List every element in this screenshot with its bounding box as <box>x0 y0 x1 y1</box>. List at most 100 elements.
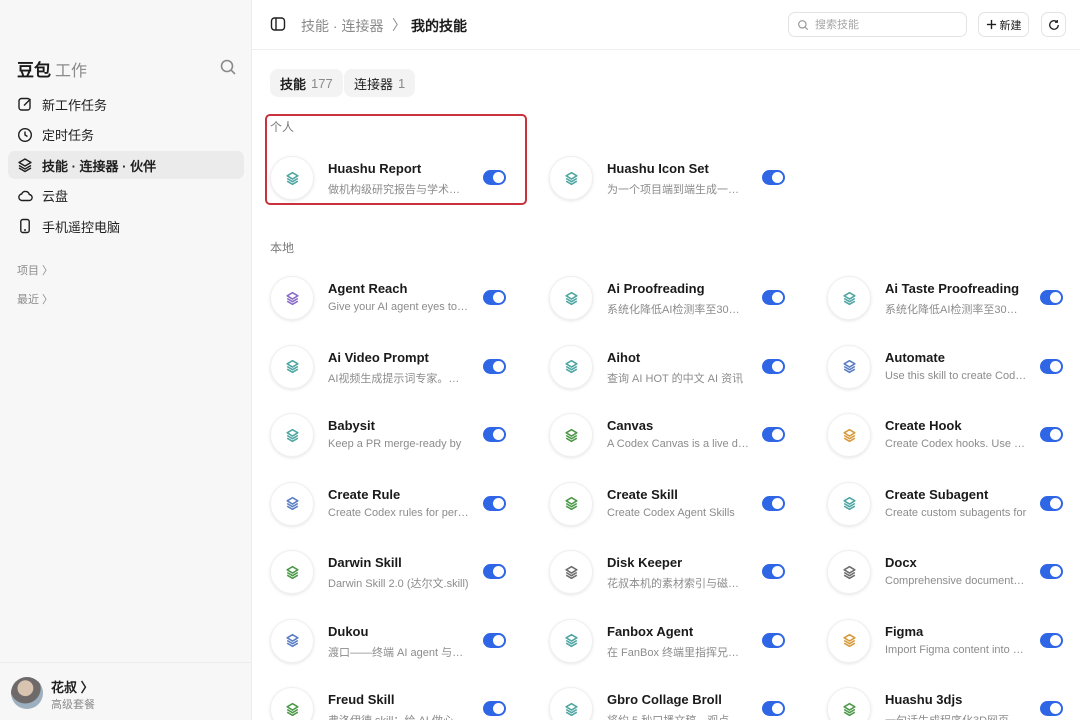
sidebar-item-new-task[interactable]: 新工作任务 <box>8 90 244 118</box>
skill-description: AI视频生成提示词专家。基于 <box>328 372 470 385</box>
layers-icon <box>285 565 299 579</box>
skill-description: Comprehensive document creation <box>885 575 1027 587</box>
sidebar-item-label: 手机遥控电脑 <box>42 219 121 235</box>
skill-icon <box>549 156 593 200</box>
skill-toggle[interactable] <box>483 701 506 716</box>
skill-name: Create Rule <box>328 486 401 502</box>
user-profile[interactable]: 花叔 〉 高级套餐 <box>0 662 252 720</box>
edit-icon <box>18 97 31 111</box>
skill-card-huashu-icon-set[interactable]: Huashu Icon Set 为一个项目端到端生成一整套图标 <box>549 150 785 206</box>
sidebar-item-scheduled-tasks[interactable]: 定时任务 <box>8 121 244 149</box>
projects-group[interactable]: 项目 〉 <box>17 262 53 278</box>
skill-icon <box>270 413 314 457</box>
skill-toggle[interactable] <box>1040 632 1063 648</box>
search-icon[interactable] <box>219 58 237 76</box>
skill-toggle[interactable] <box>762 632 785 648</box>
skill-card-ai-video-prompt[interactable]: Ai Video Prompt AI视频生成提示词专家。基于 <box>270 339 506 395</box>
skill-description: Keep a PR merge-ready by <box>328 438 462 450</box>
skill-name: Ai Taste Proofreading <box>885 281 1020 296</box>
tab-connectors[interactable]: 连接器 1 <box>344 69 416 97</box>
skill-card-docx[interactable]: Docx Comprehensive document creation <box>827 544 1063 600</box>
skill-card-create-subagent[interactable]: Create Subagent Create custom subagents f… <box>827 476 1063 532</box>
refresh-button[interactable] <box>1041 12 1066 37</box>
layers-icon <box>564 171 578 185</box>
skill-name: Create Hook <box>885 418 962 433</box>
sidebar-item-label: 定时任务 <box>42 128 95 143</box>
skill-icon <box>827 276 871 320</box>
skill-toggle[interactable] <box>1040 495 1063 511</box>
skill-toggle[interactable] <box>483 564 506 579</box>
skill-description: Create Codex hooks. Use when <box>885 438 1027 450</box>
skill-name: Create Skill <box>607 486 678 502</box>
skill-description: 为一个项目端到端生成一整套图标 <box>607 184 749 196</box>
skill-toggle[interactable] <box>1040 701 1063 716</box>
breadcrumb-parent[interactable]: 技能 · 连接器 <box>301 16 383 36</box>
recent-group[interactable]: 最近 〉 <box>17 291 53 307</box>
skill-card-disk-keeper[interactable]: Disk Keeper 花叔本机的素材索引与磁盘管理 <box>549 544 785 600</box>
skill-icon <box>549 687 593 720</box>
skill-toggle[interactable] <box>762 495 785 511</box>
search-input[interactable] <box>815 18 955 31</box>
avatar[interactable] <box>11 677 43 709</box>
skill-toggle[interactable] <box>762 170 785 185</box>
layers-icon <box>842 565 856 579</box>
skill-card-agent-reach[interactable]: Agent Reach Give your AI agent eyes to se… <box>270 270 506 326</box>
skill-search[interactable] <box>788 12 967 37</box>
skill-toggle[interactable] <box>762 427 785 442</box>
skill-toggle[interactable] <box>1040 358 1063 374</box>
skill-description: 在 FanBox 终端里指挥兄弟们 <box>607 646 749 659</box>
skill-card-dukou[interactable]: Dukou 渡口——终端 AI agent 与渡口协作 <box>270 613 506 669</box>
skill-toggle[interactable] <box>762 701 785 716</box>
skill-toggle[interactable] <box>1040 290 1063 305</box>
skill-toggle[interactable] <box>483 495 506 511</box>
phone-icon <box>20 218 30 234</box>
skill-card-create-skill[interactable]: Create Skill Create Codex Agent Skills <box>549 476 785 532</box>
skill-card-aihot[interactable]: Aihot 查询 AI HOT 的中文 AI 资讯 <box>549 339 785 395</box>
skill-toggle[interactable] <box>483 170 506 185</box>
clock-icon <box>17 127 33 142</box>
layers-icon <box>564 496 578 511</box>
skill-toggle[interactable] <box>1040 427 1063 442</box>
skill-card-create-rule[interactable]: Create Rule Create Codex rules for persis… <box>270 476 506 532</box>
skill-toggle[interactable] <box>762 358 785 374</box>
skill-card-ai-proofreading[interactable]: Ai Proofreading 系统化降低AI检测率至30%以下 <box>549 270 785 326</box>
sidebar-item-phone-remote[interactable]: 手机遥控电脑 <box>8 212 244 240</box>
skill-icon <box>827 413 871 457</box>
skill-card-figma[interactable]: Figma Import Figma content into Codex <box>827 613 1063 669</box>
layers-icon <box>18 158 32 173</box>
skill-card-canvas[interactable]: Canvas A Codex Canvas is a live document <box>549 407 785 463</box>
skill-description: 花叔本机的素材索引与磁盘管理 <box>607 578 749 590</box>
skill-card-gbro-collage-broll[interactable]: Gbro Collage Broll 将约 5 秒口播文稿，观点包装 <box>549 681 785 720</box>
skill-card-ai-taste-proofreading[interactable]: Ai Taste Proofreading 系统化降低AI检测率至30%以下 <box>827 270 1063 326</box>
skill-card-huashu-report[interactable]: Huashu Report 做机构级研究报告与学术论文写作 <box>270 150 506 206</box>
sidebar-item-skills[interactable]: 技能 · 连接器 · 伙伴 <box>8 151 244 179</box>
layers-icon <box>842 428 856 442</box>
sidebar-toggle-icon[interactable] <box>270 16 286 32</box>
skill-card-fanbox-agent[interactable]: Fanbox Agent 在 FanBox 终端里指挥兄弟们 <box>549 613 785 669</box>
sidebar-item-cloud-drive[interactable]: 云盘 <box>8 182 244 210</box>
skill-toggle[interactable] <box>762 564 785 579</box>
skill-toggle[interactable] <box>483 290 506 305</box>
skill-name: Gbro Collage Broll <box>607 692 722 707</box>
skill-description: 系统化降低AI检测率至30%以下 <box>607 304 749 316</box>
skill-icon <box>270 344 314 389</box>
skill-card-automate[interactable]: Automate Use this skill to create Codex a… <box>827 339 1063 395</box>
skill-name: Huashu Icon Set <box>607 161 709 176</box>
skill-card-freud-skill[interactable]: Freud Skill 弗洛伊德 skill：给 AI 做心理分析 <box>270 681 506 720</box>
skill-icon <box>270 618 314 663</box>
skill-toggle[interactable] <box>762 290 785 305</box>
skill-card-create-hook[interactable]: Create Hook Create Codex hooks. Use when <box>827 407 1063 463</box>
skill-name: Figma <box>885 623 924 639</box>
skill-card-babysit[interactable]: Babysit Keep a PR merge-ready by <box>270 407 506 463</box>
skill-toggle[interactable] <box>483 427 506 442</box>
new-skill-button[interactable]: 新建 <box>978 12 1029 37</box>
skill-name: Ai Video Prompt <box>328 349 429 365</box>
brand-logo: 豆包 工作 <box>17 56 87 80</box>
skill-toggle[interactable] <box>483 632 506 648</box>
skill-toggle[interactable] <box>1040 564 1063 579</box>
skill-toggle[interactable] <box>483 358 506 374</box>
skill-description: Create Codex rules for persistent <box>328 506 470 519</box>
skill-card-darwin-skill[interactable]: Darwin Skill Darwin Skill 2.0 (达尔文.skill) <box>270 544 506 600</box>
tab-skills[interactable]: 技能 177 <box>270 69 343 97</box>
skill-card-huashu-3djs[interactable]: Huashu 3djs 一句话生成程序化3D网页 <box>827 681 1063 720</box>
